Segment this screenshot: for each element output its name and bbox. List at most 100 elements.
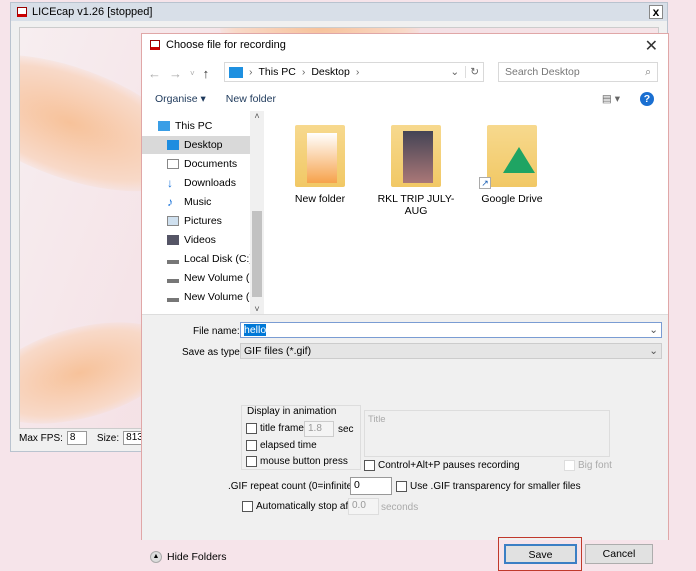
recent-dropdown-icon[interactable]: ˅ <box>190 69 195 78</box>
music-icon: ♪ <box>167 195 173 209</box>
breadcrumb-desktop[interactable]: Desktop <box>311 66 350 78</box>
save-dialog: Choose file for recording ✕ ← → ˅ ↑ › Th… <box>141 33 669 571</box>
sec-label: sec <box>338 424 354 435</box>
save-button[interactable]: Save <box>504 544 577 564</box>
tree-label: Pictures <box>184 215 222 227</box>
save-as-value: GIF files (*.gif) <box>244 345 312 357</box>
tree-item-local-disk[interactable]: Local Disk (C:) <box>167 250 257 268</box>
save-as-type-select[interactable]: GIF files (*.gif) ⌄ <box>240 343 662 359</box>
tree-item-new-volume-g[interactable]: New Volume (G: <box>167 288 250 306</box>
navigation-pane: This PC Desktop Documents ↓ Downloads ♪ Mu… <box>142 111 264 314</box>
tree-item-music[interactable]: ♪ Music <box>167 193 257 211</box>
folder-icon <box>295 125 345 187</box>
drive-icon <box>167 292 179 302</box>
file-list: New folder RKL TRIP JULY-AUG ↗ Google Dri… <box>264 111 668 314</box>
back-arrow-icon[interactable]: ← <box>148 66 161 81</box>
pause-hotkey-checkbox[interactable]: Control+Alt+P pauses recording <box>364 460 520 471</box>
breadcrumb-this-pc[interactable]: This PC <box>259 66 296 78</box>
search-icon: ⌕ <box>645 65 651 78</box>
size-label: Size: <box>96 432 120 444</box>
transparency-label: Use .GIF transparency for smaller files <box>410 481 581 493</box>
title-frame-checkbox[interactable]: title frame: <box>246 423 307 434</box>
videos-icon <box>167 235 179 245</box>
title-frame-seconds-input[interactable]: 1.8 <box>304 421 334 437</box>
mouse-press-label: mouse button press <box>260 456 348 468</box>
tree-item-documents[interactable]: Documents <box>167 155 257 173</box>
organise-button[interactable]: Organise ▾ <box>155 93 206 105</box>
auto-stop-label: Automatically stop after <box>256 501 360 513</box>
address-bar[interactable]: › This PC › Desktop › ⌄ ↻ <box>224 62 484 82</box>
tree-scrollbar[interactable]: ˄ ˅ <box>250 111 264 314</box>
big-font-checkbox[interactable]: Big font <box>564 460 612 471</box>
chevron-down-icon[interactable]: ⌄ <box>649 344 658 358</box>
mouse-press-checkbox[interactable]: mouse button press <box>246 456 348 467</box>
scroll-up-icon[interactable]: ˄ <box>250 111 264 121</box>
chevron-down-icon[interactable]: ⌄ <box>649 323 658 337</box>
shortcut-arrow-icon: ↗ <box>479 177 491 189</box>
file-name-value: hello <box>244 324 267 336</box>
file-item[interactable]: RKL TRIP JULY-AUG <box>376 125 456 217</box>
tree-item-this-pc[interactable]: This PC <box>158 117 248 135</box>
drive-icon <box>167 273 179 283</box>
chevron-up-icon: ▲ <box>150 551 162 563</box>
help-icon[interactable]: ? <box>640 92 654 106</box>
dialog-titlebar: Choose file for recording <box>150 39 286 51</box>
title-text-input[interactable]: Title <box>364 410 610 457</box>
file-name: Google Drive <box>481 193 543 205</box>
view-options-icon[interactable]: ▤ ▾ <box>602 93 620 105</box>
tree-label: Desktop <box>184 139 223 151</box>
hide-folders-label: Hide Folders <box>167 551 227 563</box>
cancel-button[interactable]: Cancel <box>585 544 653 564</box>
drive-icon <box>167 254 179 264</box>
tree-label: Local Disk (C:) <box>184 253 253 265</box>
tree-item-pictures[interactable]: Pictures <box>167 212 257 230</box>
toolbar: Organise ▾ New folder ▤ ▾ ? <box>142 88 668 110</box>
auto-stop-checkbox[interactable]: Automatically stop after <box>242 501 360 512</box>
tree-item-desktop[interactable]: Desktop <box>142 136 250 154</box>
tree-label: Documents <box>184 158 238 170</box>
file-name-label: File name: <box>193 326 240 337</box>
tree-label: Downloads <box>184 177 236 189</box>
scrollbar-thumb[interactable] <box>252 211 262 297</box>
auto-stop-input[interactable]: 0.0 <box>348 498 379 515</box>
elapsed-time-checkbox[interactable]: elapsed time <box>246 440 317 451</box>
desktop-icon <box>167 140 179 150</box>
dialog-title: Choose file for recording <box>166 39 286 51</box>
repeat-count-input[interactable]: 0 <box>350 477 392 495</box>
search-input[interactable]: Search Desktop ⌕ <box>498 62 658 82</box>
downloads-icon: ↓ <box>167 176 173 190</box>
big-font-label: Big font <box>578 460 612 472</box>
max-fps-input[interactable]: 8 <box>66 431 87 445</box>
repeat-count-label: .GIF repeat count (0=infinite): <box>228 481 359 492</box>
chevron-down-icon[interactable]: ⌄ <box>450 66 459 78</box>
documents-icon <box>167 159 179 169</box>
pictures-icon <box>167 216 179 226</box>
file-item[interactable]: New folder <box>280 125 360 205</box>
max-fps-label: Max FPS: <box>19 432 63 444</box>
tree-item-new-volume-f[interactable]: New Volume (F: <box>167 269 250 287</box>
licecap-app-icon <box>17 7 27 17</box>
new-folder-button[interactable]: New folder <box>226 93 276 105</box>
tree-item-videos[interactable]: Videos <box>167 231 257 249</box>
tree-label: Videos <box>184 234 216 246</box>
tree-label: Music <box>184 196 212 208</box>
file-name: New folder <box>294 193 346 205</box>
tree-item-downloads[interactable]: ↓ Downloads <box>167 174 257 192</box>
transparency-checkbox[interactable]: Use .GIF transparency for smaller files <box>396 481 581 492</box>
close-button[interactable]: x <box>649 5 663 19</box>
up-arrow-icon[interactable]: ↑ <box>203 66 210 81</box>
search-placeholder: Search Desktop <box>505 66 580 78</box>
dialog-close-button[interactable]: ✕ <box>645 36 658 56</box>
computer-icon <box>229 66 243 78</box>
refresh-icon[interactable]: ↻ <box>465 66 479 78</box>
folder-icon <box>391 125 441 187</box>
title-frame-label: title frame: <box>260 423 307 435</box>
pause-label: Control+Alt+P pauses recording <box>378 460 520 472</box>
computer-icon <box>158 121 170 131</box>
file-name-input[interactable]: hello ⌄ <box>240 322 662 338</box>
display-group-label: Display in animation <box>247 406 337 417</box>
scroll-down-icon[interactable]: ˅ <box>250 304 264 314</box>
file-item[interactable]: ↗ Google Drive <box>472 125 552 205</box>
forward-arrow-icon[interactable]: → <box>169 66 182 81</box>
hide-folders-button[interactable]: ▲ Hide Folders <box>150 551 227 563</box>
